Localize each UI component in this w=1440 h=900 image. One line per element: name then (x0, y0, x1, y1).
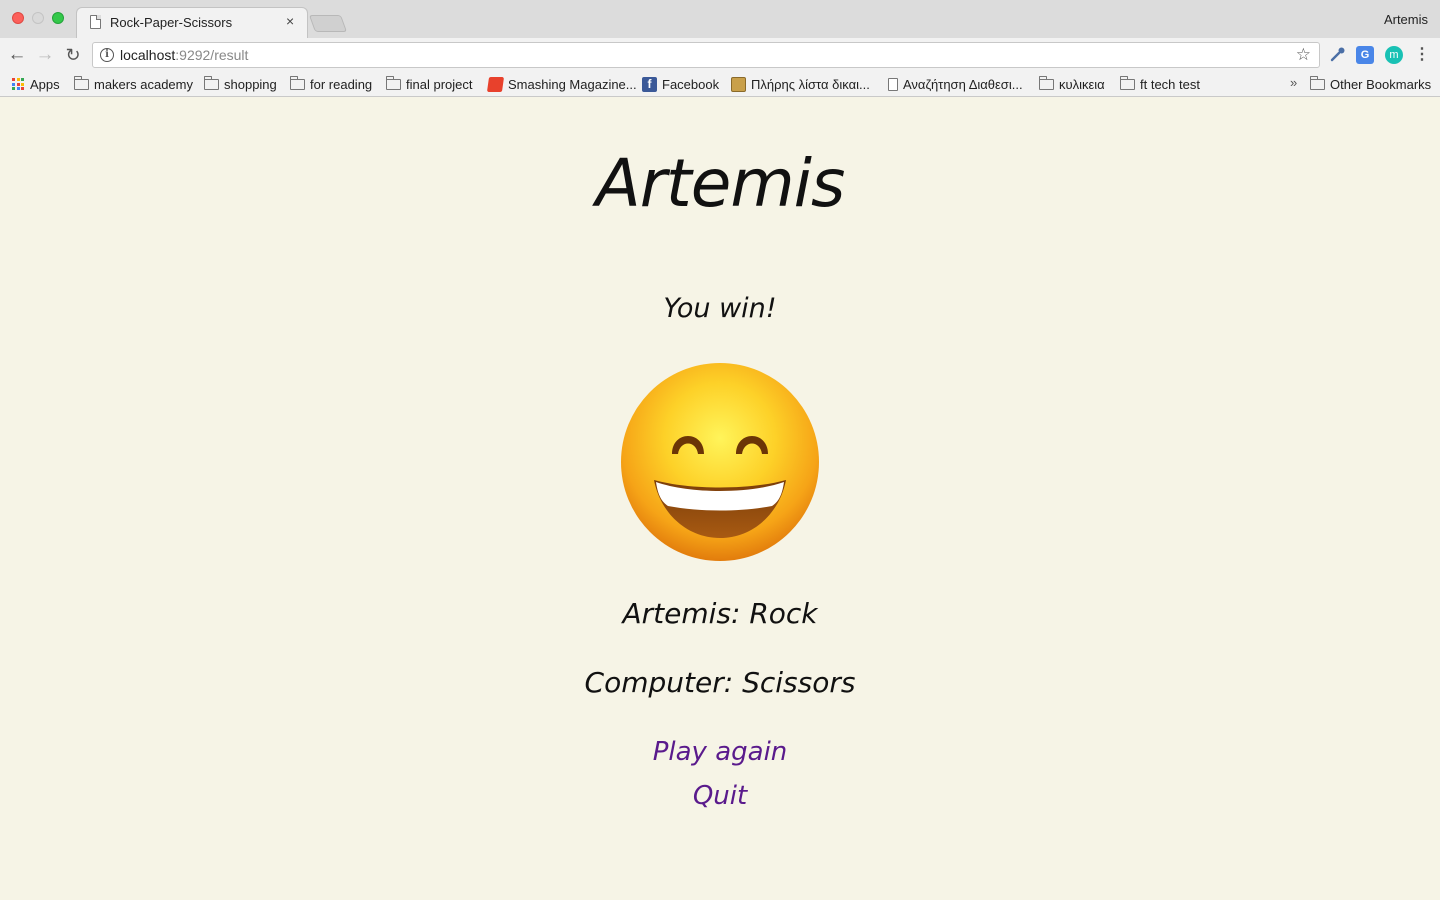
tab-close-icon[interactable]: × (286, 13, 294, 29)
grinning-face-icon (620, 362, 820, 562)
document-icon (888, 77, 898, 91)
bookmark-greek-search[interactable]: Αναζήτηση Διαθεσι... (888, 75, 1023, 93)
minimize-window-button[interactable] (32, 12, 44, 24)
bookmark-ft-tech-test[interactable]: ft tech test (1120, 75, 1200, 93)
forward-arrow-icon[interactable]: → (34, 44, 56, 66)
bookmark-makers-academy[interactable]: makers academy (74, 75, 193, 93)
folder-icon (74, 75, 89, 90)
bookmark-shopping[interactable]: shopping (204, 75, 277, 93)
address-bar[interactable]: i localhost:9292/result ☆ (92, 42, 1320, 68)
bookmark-label: makers academy (94, 76, 193, 92)
m-extension-icon[interactable]: m (1385, 46, 1403, 64)
bookmark-facebook[interactable]: f Facebook (642, 75, 719, 93)
bookmark-label: Other Bookmarks (1330, 76, 1432, 92)
bookmark-for-reading[interactable]: for reading (290, 75, 372, 93)
folder-icon (204, 75, 219, 90)
box-icon (731, 76, 746, 92)
bookmark-apps[interactable]: Apps (12, 75, 60, 93)
bookmarks-bar: Apps makers academy shopping for reading… (0, 72, 1440, 96)
play-again-link[interactable]: Play again (653, 737, 788, 767)
url-host: localhost (120, 47, 176, 63)
browser-chrome: Rock-Paper-Scissors × Artemis ← → ↻ i lo… (0, 0, 1440, 97)
bookmark-label: Facebook (662, 76, 720, 92)
translate-icon[interactable]: G (1356, 46, 1374, 64)
menu-icon[interactable]: ⋮ (1413, 46, 1431, 64)
bookmark-label: Πλήρης λίστα δικαι... (751, 76, 870, 92)
computer-move-line: Computer: Scissors (584, 666, 856, 699)
play-again-row: Play again (0, 737, 1440, 767)
bookmark-other-bookmarks[interactable]: Other Bookmarks (1310, 75, 1431, 93)
bookmark-smashing-magazine[interactable]: Smashing Magazine... (486, 75, 637, 93)
facebook-icon: f (642, 76, 657, 92)
apps-grid-icon (12, 78, 24, 90)
info-icon[interactable]: i (100, 48, 114, 62)
player-name-heading: Artemis (595, 145, 846, 222)
bookmark-label: shopping (224, 76, 277, 92)
bookmark-greek-list[interactable]: Πλήρης λίστα δικαι... (731, 75, 870, 93)
profile-name[interactable]: Artemis (1384, 12, 1428, 27)
folder-icon (386, 75, 401, 90)
quit-link[interactable]: Quit (693, 781, 747, 811)
bookmark-label: ft tech test (1140, 76, 1200, 92)
reload-icon[interactable]: ↻ (62, 44, 84, 66)
maximize-window-button[interactable] (52, 12, 64, 24)
bookmark-star-icon[interactable]: ☆ (1296, 45, 1311, 65)
result-page: Artemis You win! Artemis: Rock Computer:… (0, 97, 1440, 900)
bookmark-label: Αναζήτηση Διαθεσι... (903, 76, 1023, 92)
close-window-button[interactable] (12, 12, 24, 24)
folder-icon (1310, 75, 1325, 90)
page-icon (90, 15, 101, 29)
url-path: :9292/result (175, 47, 249, 63)
quit-row: Quit (0, 781, 1440, 811)
bookmark-final-project[interactable]: final project (386, 75, 472, 93)
tab-strip: Rock-Paper-Scissors × Artemis (0, 0, 1440, 38)
bookmark-kylikeia[interactable]: κυλικεια (1039, 75, 1105, 93)
bookmark-label: final project (406, 76, 473, 92)
new-tab-button[interactable] (308, 15, 348, 32)
folder-icon (1039, 75, 1054, 90)
bookmark-label: Apps (30, 76, 60, 92)
result-message: You win! (663, 293, 777, 324)
folder-icon (290, 75, 305, 90)
folder-icon (1120, 75, 1135, 90)
bookmark-label: for reading (310, 76, 373, 92)
url-text[interactable]: localhost:9292/result (120, 47, 248, 63)
tab-title: Rock-Paper-Scissors (110, 15, 233, 30)
bookmark-label: Smashing Magazine... (508, 76, 637, 92)
player-move-line: Artemis: Rock (622, 597, 818, 630)
bookmarks-overflow-icon[interactable]: » (1290, 75, 1297, 90)
back-arrow-icon[interactable]: ← (6, 44, 28, 66)
smashing-icon (486, 76, 505, 92)
bookmark-label: κυλικεια (1059, 76, 1105, 92)
eyedropper-icon[interactable] (1329, 46, 1347, 64)
browser-toolbar: ← → ↻ i localhost:9292/result ☆ G m ⋮ (0, 38, 1440, 72)
